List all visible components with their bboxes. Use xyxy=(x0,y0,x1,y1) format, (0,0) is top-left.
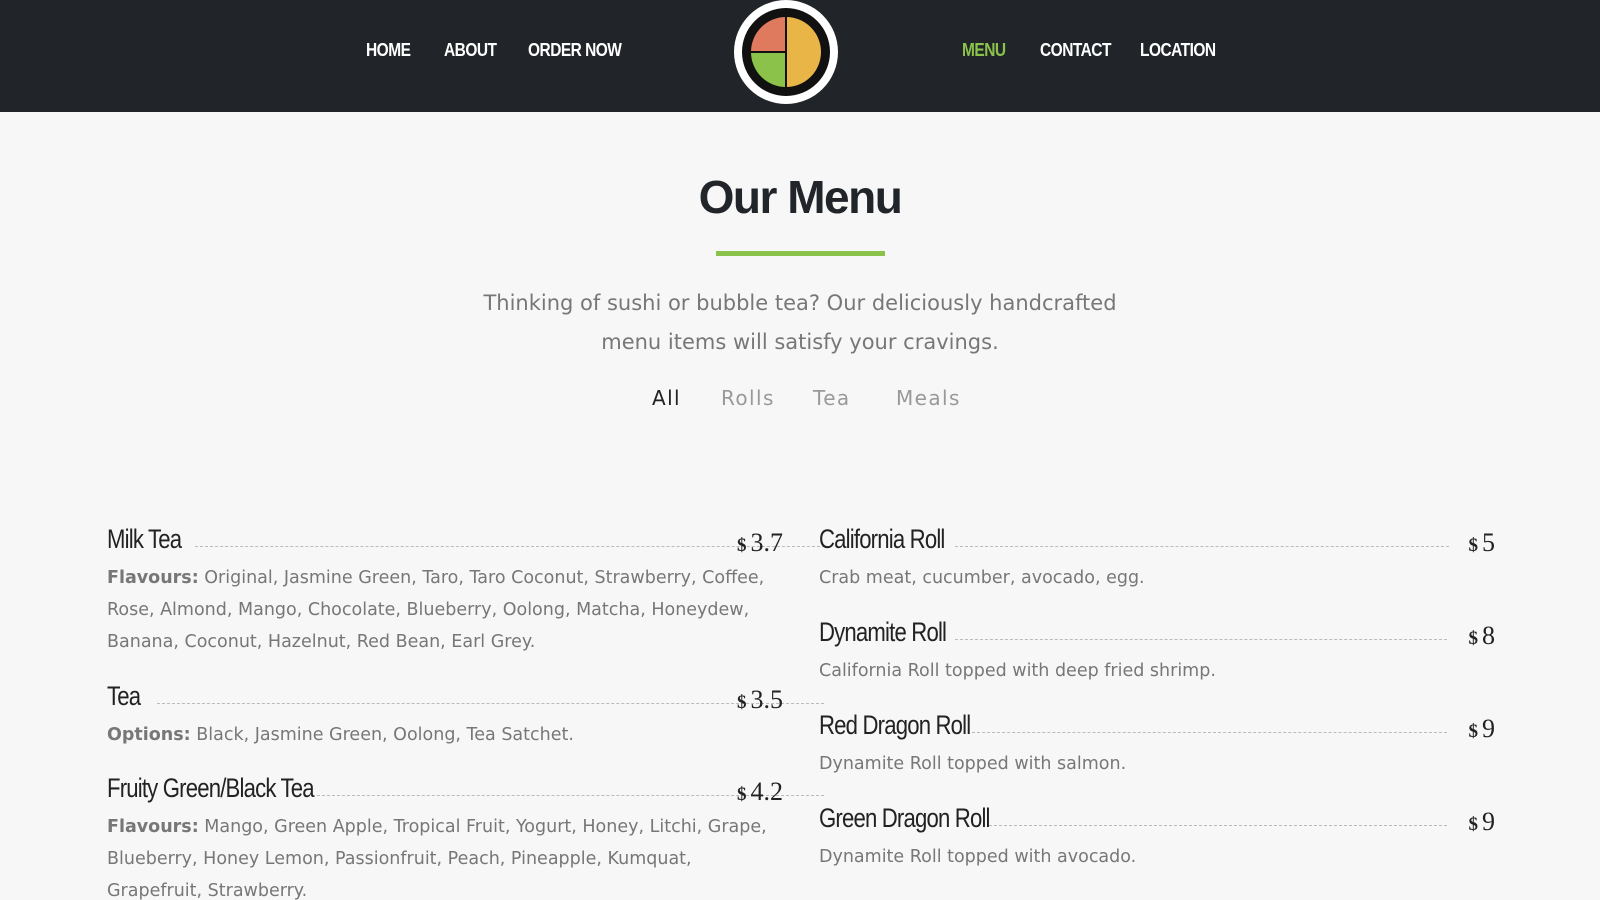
navbar: HOME ABOUT ORDER NOW MENU CONTACT LOCATI… xyxy=(0,0,1600,112)
menu-item-description: Options: Black, Jasmine Green, Oolong, T… xyxy=(107,725,574,745)
menu-item-price: $3.5 xyxy=(737,685,783,714)
menu-item-name: Dynamite Roll xyxy=(819,617,947,647)
logo-quadrant-green xyxy=(751,52,786,87)
page-title: Our Menu xyxy=(698,171,903,223)
menu-item-description: Dynamite Roll topped with salmon. xyxy=(819,754,1127,774)
menu-item-price: $5 xyxy=(1468,528,1496,557)
menu-item-description: Crab meat, cucumber, avocado, egg. xyxy=(819,568,1145,588)
nav-link-order-now[interactable]: ORDER NOW xyxy=(528,40,622,61)
menu-item-name: Milk Tea xyxy=(107,524,182,554)
menu-item-name: Red Dragon Roll xyxy=(819,710,971,740)
filter-rolls[interactable]: Rolls xyxy=(721,386,775,410)
menu-item-price: $4.2 xyxy=(737,777,783,806)
menu-item-price: $9 xyxy=(1468,714,1496,743)
logo-ring xyxy=(742,8,830,96)
dotted-leader xyxy=(989,825,1447,826)
logo-pie xyxy=(751,17,821,87)
sushi-roll-logo-icon[interactable] xyxy=(734,0,838,104)
nav-link-about[interactable]: ABOUT xyxy=(444,40,497,61)
menu-item-description: Flavours: Original, Jasmine Green, Taro,… xyxy=(107,568,765,652)
menu-item-name: Fruity Green/Black Tea xyxy=(107,773,315,803)
filter-meals[interactable]: Meals xyxy=(896,386,961,410)
menu-item-price: $9 xyxy=(1468,807,1496,836)
nav-link-location[interactable]: LOCATION xyxy=(1140,40,1216,61)
filter-tea[interactable]: Tea xyxy=(813,386,851,410)
dotted-leader xyxy=(972,732,1447,733)
dotted-leader xyxy=(955,639,1447,640)
nav-link-home[interactable]: HOME xyxy=(366,40,411,61)
filter-all[interactable]: All xyxy=(652,386,681,410)
nav-link-menu[interactable]: MENU xyxy=(962,40,1006,61)
dotted-leader xyxy=(195,546,825,547)
dotted-leader xyxy=(157,703,824,704)
menu-item-price: $3.7 xyxy=(737,528,783,557)
menu-item-price: $8 xyxy=(1468,621,1496,650)
menu-item-name: Tea xyxy=(107,681,141,711)
menu-item-description: Dynamite Roll topped with avocado. xyxy=(819,847,1137,867)
intro-text: Thinking of sushi or bubble tea? Our del… xyxy=(483,291,1117,354)
menu-item-description: California Roll topped with deep fried s… xyxy=(819,661,1216,681)
menu-item-description: Flavours: Mango, Green Apple, Tropical F… xyxy=(107,817,767,900)
logo-divider xyxy=(751,51,786,53)
dotted-leader xyxy=(955,546,1449,547)
logo-half-yellow xyxy=(786,17,821,87)
menu-item-name: California Roll xyxy=(819,524,945,554)
logo-quadrant-red xyxy=(751,17,786,52)
menu-item-name: Green Dragon Roll xyxy=(819,803,990,833)
nav-link-contact[interactable]: CONTACT xyxy=(1040,40,1111,61)
title-underline xyxy=(716,251,885,256)
